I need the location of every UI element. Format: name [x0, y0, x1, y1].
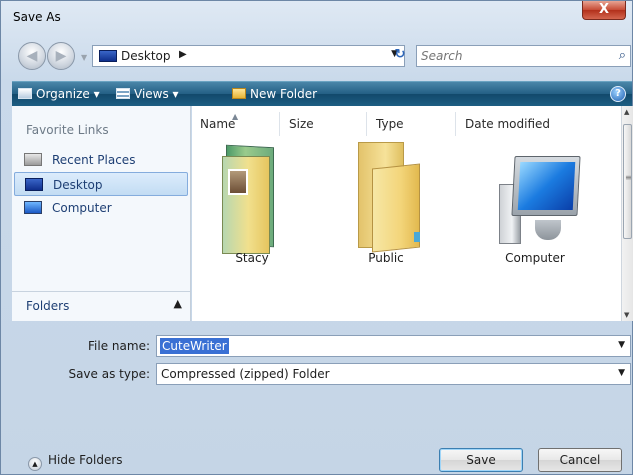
- computer-icon: [24, 201, 42, 214]
- chevron-up-icon: ▲: [28, 457, 42, 471]
- scroll-up-icon[interactable]: ▲: [624, 108, 629, 116]
- column-header-size[interactable]: Size: [281, 112, 367, 136]
- file-name-field[interactable]: CuteWriter ▼: [156, 335, 631, 357]
- new-folder-icon: [232, 88, 246, 99]
- views-button[interactable]: Views ▾: [116, 87, 179, 101]
- column-header-date-modified[interactable]: Date modified: [457, 112, 557, 136]
- save-as-dialog: Save As X ◀ ▶ ▼ Desktop ▶ ▼ ↻ ⌕ Organize…: [0, 0, 633, 475]
- views-label: Views ▾: [134, 87, 179, 101]
- cancel-button[interactable]: Cancel: [538, 448, 622, 472]
- hide-folders-label: Hide Folders: [48, 453, 123, 467]
- search-icon[interactable]: ⌕: [619, 48, 626, 63]
- desktop-icon: [25, 178, 43, 191]
- user-folder-icon: [220, 144, 278, 254]
- refresh-button[interactable]: ↻: [389, 45, 411, 67]
- new-folder-button[interactable]: New Folder: [232, 87, 317, 101]
- search-input[interactable]: [421, 48, 601, 64]
- recent-places-icon: [24, 153, 42, 166]
- organize-button[interactable]: Organize ▾: [18, 87, 100, 101]
- file-name-label: File name:: [88, 339, 150, 353]
- new-folder-label: New Folder: [250, 87, 318, 101]
- hide-folders-button[interactable]: ▲ Hide Folders: [28, 453, 123, 471]
- organize-icon: [18, 88, 32, 99]
- grip-icon: ≡: [625, 173, 632, 182]
- nav-link-desktop[interactable]: Desktop: [14, 172, 188, 196]
- address-bar[interactable]: Desktop ▶ ▼: [92, 45, 405, 67]
- nav-link-recent-places[interactable]: Recent Places: [14, 148, 188, 172]
- file-list-scrollbar[interactable]: ▲ ≡ ▼: [621, 106, 633, 321]
- address-row: ◀ ▶ ▼ Desktop ▶ ▼ ↻ ⌕: [1, 35, 632, 79]
- file-name-value[interactable]: CuteWriter: [160, 338, 229, 354]
- search-box[interactable]: ⌕: [416, 45, 631, 67]
- file-item-label: Computer: [505, 251, 565, 265]
- nav-link-label: Recent Places: [52, 153, 136, 167]
- window-title: Save As: [13, 10, 61, 24]
- close-button[interactable]: X: [582, 1, 626, 20]
- file-item-label: Public: [368, 251, 404, 265]
- scroll-down-icon[interactable]: ▼: [624, 311, 629, 319]
- back-button[interactable]: ◀: [18, 42, 46, 70]
- chevron-up-icon[interactable]: ▲: [174, 297, 182, 310]
- nav-link-computer[interactable]: Computer: [14, 196, 188, 220]
- scroll-thumb[interactable]: ≡: [623, 124, 632, 239]
- organize-label: Organize ▾: [36, 87, 100, 101]
- forward-button[interactable]: ▶: [47, 42, 75, 70]
- file-item-label: Stacy: [235, 251, 269, 265]
- computer-icon: [499, 156, 581, 248]
- command-toolbar: Organize ▾ Views ▾ New Folder ?: [12, 81, 632, 106]
- file-list: ▲ Name Size Type Date modified Stacy Pub…: [192, 106, 633, 321]
- save-as-type-select[interactable]: Compressed (zipped) Folder ▼: [156, 363, 631, 385]
- address-location[interactable]: Desktop: [121, 49, 171, 63]
- save-as-type-value[interactable]: Compressed (zipped) Folder: [161, 367, 330, 381]
- help-icon[interactable]: ?: [610, 86, 626, 102]
- chevron-right-icon[interactable]: ▶: [179, 49, 187, 60]
- nav-link-label: Computer: [52, 201, 112, 215]
- column-header-name[interactable]: ▲ Name: [192, 112, 280, 136]
- column-header-type[interactable]: Type: [368, 112, 456, 136]
- navigation-pane: Favorite Links Recent Places Desktop Com…: [12, 106, 191, 321]
- folders-bar[interactable]: Folders ▲: [12, 291, 190, 321]
- save-form: File name: CuteWriter ▼ Save as type: Co…: [1, 322, 632, 474]
- title-bar: Save As X: [1, 1, 632, 33]
- column-header-label: Name: [200, 117, 236, 131]
- chevron-down-icon[interactable]: ▼: [618, 340, 625, 350]
- desktop-icon: [99, 50, 117, 62]
- save-button[interactable]: Save: [439, 448, 523, 472]
- save-as-type-label: Save as type:: [68, 367, 150, 381]
- chevron-down-icon[interactable]: ▼: [618, 368, 625, 378]
- nav-link-label: Desktop: [53, 178, 103, 192]
- sort-ascending-icon: ▲: [232, 112, 239, 121]
- folder-icon: [358, 142, 424, 253]
- recent-pages-dropdown-icon[interactable]: ▼: [81, 53, 87, 62]
- views-icon: [116, 88, 130, 99]
- favorite-links-heading: Favorite Links: [26, 123, 109, 137]
- folders-label: Folders: [26, 299, 70, 313]
